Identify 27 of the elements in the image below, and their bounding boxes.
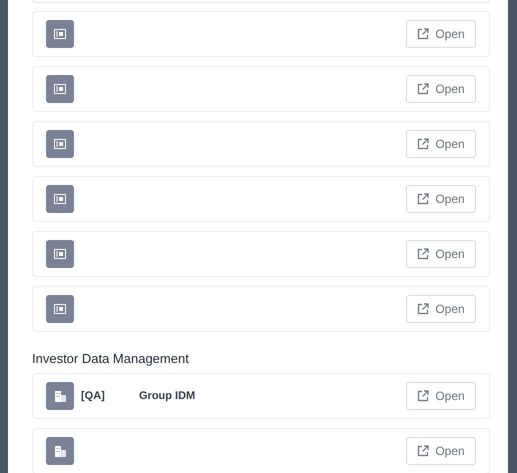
- building-icon: [54, 446, 66, 456]
- open-button[interactable]: Open: [406, 20, 476, 48]
- external-link-icon: [417, 83, 430, 95]
- ticket-icon: [54, 139, 66, 149]
- building-icon: [54, 390, 66, 402]
- ticket-icon: [54, 84, 66, 94]
- open-button[interactable]: Open: [406, 437, 476, 465]
- external-link-icon: [417, 248, 430, 260]
- external-link-icon: [417, 193, 430, 205]
- external-link-icon: [417, 390, 430, 402]
- external-link-icon: [417, 28, 430, 40]
- external-link-icon: [417, 138, 430, 150]
- item-name: Group IDM: [139, 390, 196, 402]
- external-link-icon: [417, 445, 430, 457]
- ticket-icon: [54, 249, 66, 259]
- open-button[interactable]: Open: [406, 295, 476, 323]
- open-button[interactable]: Open: [406, 382, 476, 410]
- ticket-icon: [54, 194, 66, 204]
- open-button[interactable]: Open: [406, 185, 476, 213]
- ticket-icon: [54, 29, 66, 39]
- ticket-icon: [54, 304, 66, 314]
- item-tag: [QA]: [81, 390, 139, 402]
- open-button[interactable]: Open: [406, 240, 476, 268]
- open-button[interactable]: Open: [406, 75, 476, 103]
- external-link-icon: [417, 303, 430, 315]
- open-button[interactable]: Open: [406, 130, 476, 158]
- section-title: Investor Data Management: [32, 351, 190, 366]
